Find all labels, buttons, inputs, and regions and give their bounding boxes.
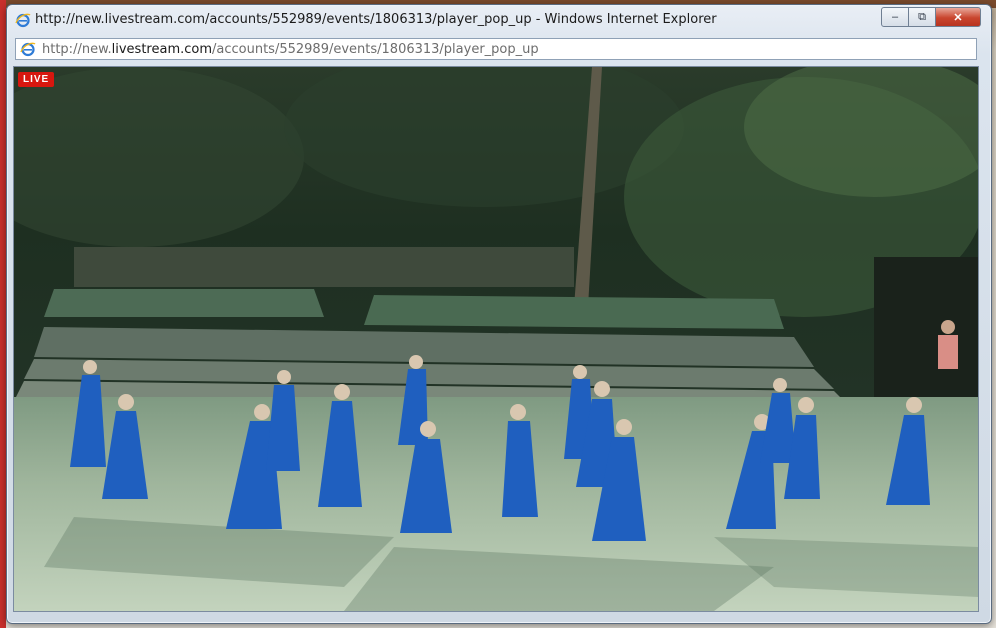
page-ie-icon xyxy=(20,42,36,57)
minimize-icon: – xyxy=(891,11,899,23)
url-prefix: http://new. xyxy=(42,42,112,57)
close-button[interactable]: ✕ xyxy=(936,7,981,27)
left-terrace xyxy=(44,289,324,317)
address-bar[interactable]: http://new.livestream.com/accounts/55298… xyxy=(15,38,977,60)
video-player[interactable]: LIVE xyxy=(13,66,979,612)
live-badge: LIVE xyxy=(18,72,55,87)
browser-window: http://new.livestream.com/accounts/55298… xyxy=(6,4,992,624)
ie-logo-icon xyxy=(15,13,31,28)
restore-button[interactable]: ⧉ xyxy=(909,7,936,27)
minimize-button[interactable]: – xyxy=(881,7,909,27)
url-text[interactable]: http://new.livestream.com/accounts/55298… xyxy=(42,42,539,57)
url-host: livestream.com xyxy=(111,42,213,57)
url-path: /accounts/552989/events/1806313/player_p… xyxy=(212,42,539,57)
right-terrace xyxy=(364,295,784,329)
window-title: http://new.livestream.com/accounts/55298… xyxy=(35,12,717,27)
hula-performance-video xyxy=(14,67,978,611)
window-controls: – ⧉ ✕ xyxy=(881,7,981,27)
restore-icon: ⧉ xyxy=(918,10,926,23)
stone-wall xyxy=(74,247,574,287)
title-bar[interactable]: http://new.livestream.com/accounts/55298… xyxy=(7,5,991,33)
close-icon: ✕ xyxy=(953,11,963,24)
